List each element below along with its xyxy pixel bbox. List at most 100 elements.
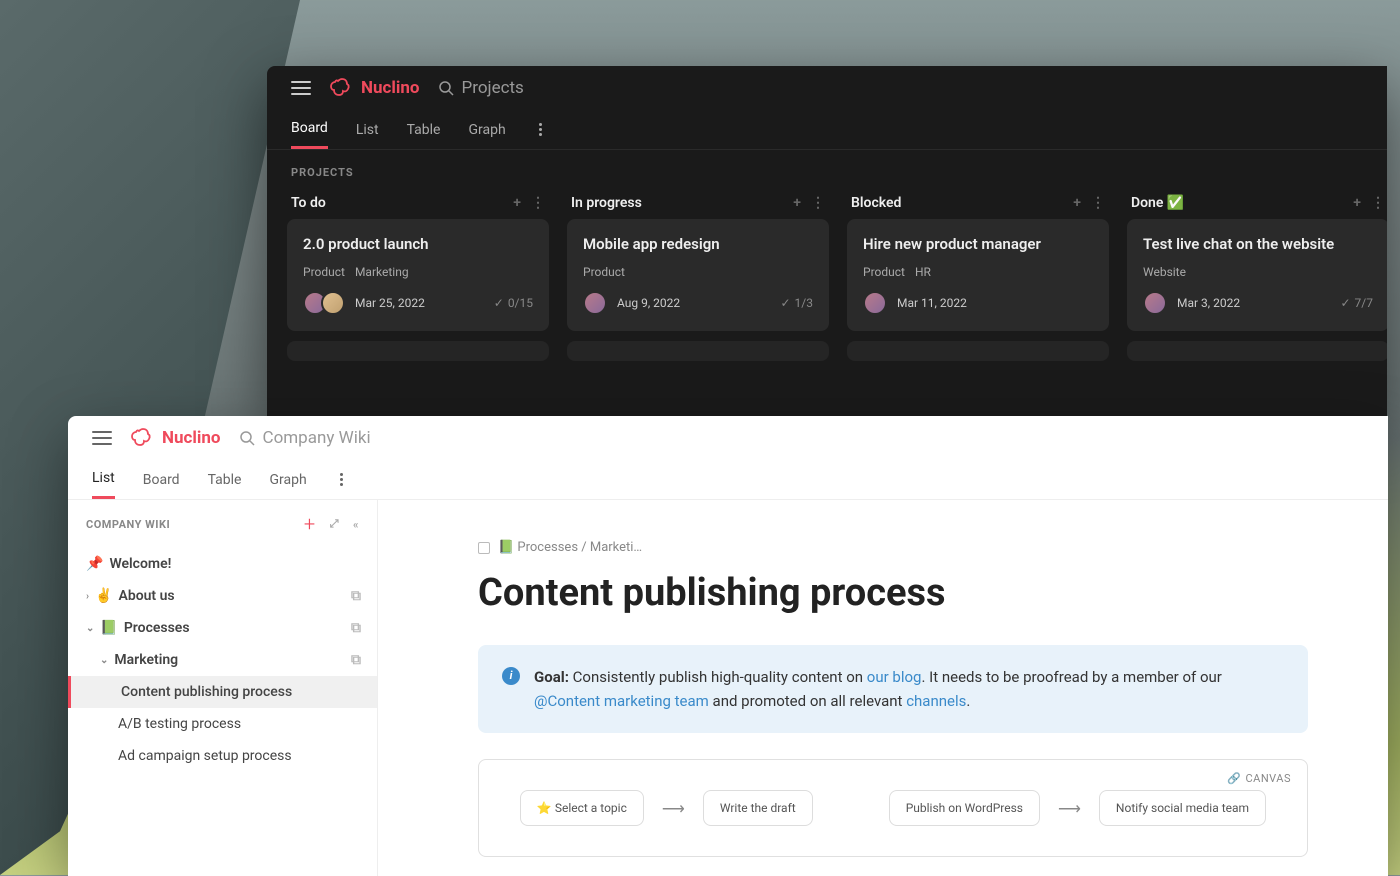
column-more-icon[interactable]: ⋮ [531,195,545,211]
tab-list[interactable]: List [356,112,379,148]
topbar: Nuclino Company Wiki [68,416,1388,460]
card[interactable] [287,341,549,361]
brain-icon [130,428,156,448]
info-icon: i [502,667,520,685]
copy-icon[interactable]: ⧉ [351,588,361,604]
add-card-button[interactable]: + [1353,195,1361,211]
column-more-icon[interactable]: ⋮ [1091,195,1105,211]
sidebar-header: COMPANY WIKI + ⤢ « [68,500,377,548]
tab-table[interactable]: Table [208,462,242,498]
avatar[interactable] [583,291,607,315]
search[interactable]: Projects [438,78,524,98]
tree-item-ad-campaign[interactable]: Ad campaign setup process [68,740,377,772]
card[interactable]: Hire new product manager ProductHR Mar 1… [847,219,1109,331]
card[interactable]: Test live chat on the website Website Ma… [1127,219,1387,331]
search[interactable]: Company Wiki [239,428,371,448]
tab-table[interactable]: Table [407,112,441,148]
search-icon [239,430,255,446]
card[interactable] [567,341,829,361]
checkbox-icon[interactable] [478,542,490,554]
progress: ✓ 1/3 [780,296,813,310]
tab-graph[interactable]: Graph [468,112,505,148]
card-title: Hire new product manager [863,235,1093,253]
canvas-badge: 🔗 CANVAS [1227,772,1291,785]
canvas-embed[interactable]: 🔗 CANVAS ⭐ Select a topic ⟶ Write the dr… [478,759,1308,857]
goal-callout: i Goal: Consistently publish high-qualit… [478,645,1308,733]
card-tags: Product [583,265,813,279]
projects-window: Nuclino Projects Board List Table Graph … [267,66,1387,416]
view-tabs: Board List Table Graph [267,110,1387,150]
search-icon [438,80,454,96]
column-header: Done ✅ +⋮ [1127,187,1387,219]
tree-item-content-publishing[interactable]: Content publishing process [68,676,377,708]
card[interactable] [847,341,1109,361]
tree-marketing[interactable]: ⌄ Marketing⧉ [68,644,377,676]
add-card-button[interactable]: + [513,195,521,211]
app-logo[interactable]: Nuclino [130,428,221,448]
flow-step[interactable]: Notify social media team [1099,790,1266,826]
add-card-button[interactable]: + [1073,195,1081,211]
flow-step[interactable]: ⭐ Select a topic [520,790,644,826]
add-card-button[interactable]: + [793,195,801,211]
collapse-icon[interactable]: « [353,518,359,531]
flow-step[interactable]: Publish on WordPress [889,790,1040,826]
copy-icon[interactable]: ⧉ [351,620,361,636]
card[interactable] [1127,341,1387,361]
page-title: Content publishing process [478,571,1308,615]
avatar[interactable] [321,291,345,315]
tab-more-icon[interactable] [534,123,548,136]
app-logo[interactable]: Nuclino [329,78,420,98]
section-label: PROJECTS [267,150,1387,187]
menu-button[interactable] [92,431,112,445]
menu-button[interactable] [291,81,311,95]
tree-item-ab-testing[interactable]: A/B testing process [68,708,377,740]
card-title: 2.0 product launch [303,235,533,253]
card-title: Mobile app redesign [583,235,813,253]
sidebar: COMPANY WIKI + ⤢ « 📌 Welcome! › ✌️ About… [68,500,378,876]
card-tags: ProductMarketing [303,265,533,279]
page-content: 📗 Processes / Marketi… Content publishin… [378,500,1388,857]
flow-diagram: ⭐ Select a topic ⟶ Write the draft Publi… [499,790,1287,826]
avatar[interactable] [1143,291,1167,315]
column-header: Blocked +⋮ [847,187,1109,219]
card-title: Test live chat on the website [1143,235,1373,253]
arrow-icon: ⟶ [1058,799,1081,818]
view-tabs: List Board Table Graph [68,460,1388,500]
tree-welcome[interactable]: 📌 Welcome! [68,548,377,580]
add-button[interactable]: + [304,512,316,536]
brain-icon [329,78,355,98]
arrow-icon: ⟶ [662,799,685,818]
link-blog[interactable]: our blog [867,668,922,686]
column-header: To do +⋮ [287,187,549,219]
link-team[interactable]: @Content marketing team [534,692,709,710]
card-tags: ProductHR [863,265,1093,279]
column-header: In progress +⋮ [567,187,829,219]
tree: 📌 Welcome! › ✌️ About us⧉ ⌄ 📗 Processes⧉… [68,548,377,772]
tab-graph[interactable]: Graph [269,462,306,498]
link-channels[interactable]: channels [906,692,966,710]
progress: ✓ 0/15 [494,296,533,310]
tab-board[interactable]: Board [291,110,328,149]
card-date: Mar 11, 2022 [897,296,967,310]
tree-processes[interactable]: ⌄ 📗 Processes⧉ [68,612,377,644]
wiki-window: Nuclino Company Wiki List Board Table Gr… [68,416,1388,876]
expand-icon[interactable]: ⤢ [330,517,339,531]
board: To do +⋮ 2.0 product launch ProductMarke… [267,187,1387,361]
column-more-icon[interactable]: ⋮ [1371,195,1385,211]
card[interactable]: Mobile app redesign Product Aug 9, 2022 … [567,219,829,331]
card-tags: Website [1143,265,1373,279]
breadcrumb[interactable]: 📗 Processes / Marketi… [478,540,1308,555]
flow-step[interactable]: Write the draft [703,790,813,826]
tree-about[interactable]: › ✌️ About us⧉ [68,580,377,612]
column-more-icon[interactable]: ⋮ [811,195,825,211]
topbar: Nuclino Projects [267,66,1387,110]
progress: ✓ 7/7 [1340,296,1373,310]
avatar[interactable] [863,291,887,315]
tab-board[interactable]: Board [143,462,180,498]
card-date: Mar 3, 2022 [1177,296,1240,310]
card[interactable]: 2.0 product launch ProductMarketing Mar … [287,219,549,331]
tab-list[interactable]: List [92,460,115,499]
card-date: Aug 9, 2022 [617,296,680,310]
tab-more-icon[interactable] [335,473,349,486]
copy-icon[interactable]: ⧉ [351,652,361,668]
